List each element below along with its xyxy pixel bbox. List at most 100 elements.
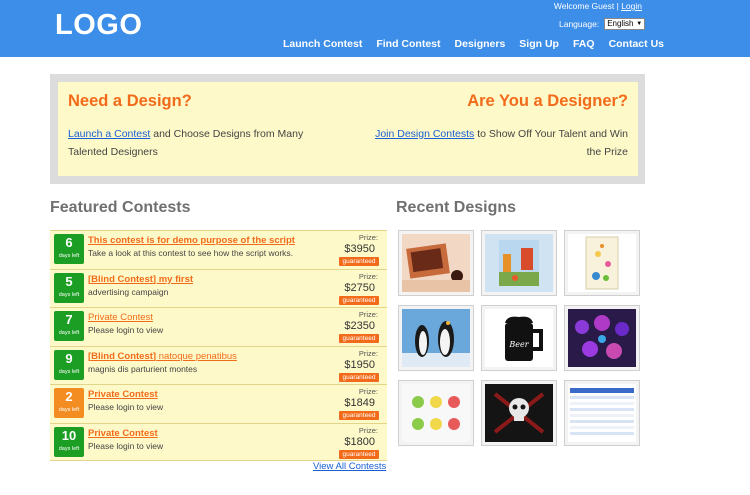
- list-item: 6 days left This contest is for demo purp…: [50, 230, 387, 269]
- design-thumb-beer-mug[interactable]: Beer: [481, 305, 557, 371]
- contest-title-link[interactable]: [Blind Contest] natoque penatibus: [88, 351, 237, 362]
- purple-flowers-image: [568, 309, 636, 367]
- list-item: 2 days left Private Contest Please login …: [50, 384, 387, 423]
- header-bar: LOGO Welcome Guest | Login Language: Eng…: [0, 0, 750, 57]
- flower-card-image: [568, 234, 636, 292]
- beer-mug-logo-image: Beer: [485, 309, 553, 367]
- prize-label: Prize:: [358, 348, 378, 358]
- days-label: days left: [58, 368, 80, 375]
- design-thumb-spreadsheet[interactable]: [564, 380, 640, 446]
- days-label: days left: [58, 291, 80, 298]
- language-value: English: [607, 19, 634, 28]
- logo[interactable]: LOGO: [55, 9, 142, 42]
- guaranteed-badge: guaranteed: [339, 372, 379, 382]
- prize-amount: $1849: [344, 397, 375, 409]
- prize-label: Prize:: [358, 271, 378, 281]
- contest-title-link[interactable]: Private Contest: [88, 389, 158, 400]
- contest-title-link[interactable]: [Blind Contest] my first: [88, 274, 193, 285]
- list-item: 5 days left [Blind Contest] my first adve…: [50, 268, 387, 307]
- guaranteed-badge: guaranteed: [339, 449, 379, 459]
- svg-text:Beer: Beer: [508, 340, 529, 349]
- recent-designs-title: Recent Designs: [396, 199, 517, 216]
- design-thumb-street[interactable]: [481, 230, 557, 296]
- design-thumb-smileys[interactable]: [398, 380, 474, 446]
- room-design-image: [402, 234, 470, 292]
- language-selector: Language: English ▼: [559, 18, 646, 30]
- design-thumb-flower-card[interactable]: [564, 230, 640, 296]
- contest-description: Please login to view: [88, 402, 164, 412]
- launch-contest-link[interactable]: Launch a Contest: [68, 128, 150, 140]
- days-left-badge: 10 days left: [54, 426, 84, 457]
- contest-title-bold: [Blind Contest]: [88, 350, 157, 362]
- prize-label: Prize:: [358, 425, 378, 435]
- welcome-text: Welcome Guest | Login: [554, 1, 642, 11]
- contest-title-link[interactable]: Private Contest: [88, 312, 153, 323]
- contest-title-link[interactable]: This contest is for demo purpose of the …: [88, 235, 295, 246]
- guaranteed-badge: guaranteed: [339, 257, 379, 266]
- dropdown-arrow-icon: ▼: [636, 21, 643, 27]
- list-item: 10 days left Private Contest Please login…: [50, 422, 387, 461]
- featured-contests-title: Featured Contests: [50, 199, 191, 216]
- main-nav: Launch Contest Find Contest Designers Si…: [283, 38, 678, 50]
- join-contests-link[interactable]: Join Design Contests: [375, 128, 474, 140]
- prize-amount: $2750: [344, 281, 375, 294]
- contest-description: magnis dis parturient montes: [88, 363, 198, 374]
- penguins-image: [402, 309, 470, 367]
- designer-text: Join Design Contests to Show Off Your Ta…: [368, 125, 628, 161]
- design-thumb-skull[interactable]: [481, 380, 557, 446]
- list-item: 7 days left Private Contest Please login …: [50, 307, 387, 346]
- nav-designers[interactable]: Designers: [455, 38, 506, 50]
- days-number: 6: [65, 235, 73, 250]
- days-label: days left: [58, 445, 80, 452]
- welcome-label: Welcome Guest |: [553, 1, 619, 11]
- prize-amount: $2350: [344, 320, 375, 332]
- street-scene-image: [485, 234, 553, 292]
- contest-title-rest: natoque penatibus: [156, 350, 237, 362]
- days-number: 2: [65, 389, 73, 404]
- nav-find-contest[interactable]: Find Contest: [376, 38, 440, 50]
- are-you-designer-title: Are You a Designer?: [467, 92, 628, 110]
- contest-description: Please login to view: [88, 440, 164, 451]
- nav-sign-up[interactable]: Sign Up: [519, 38, 559, 50]
- need-design-text: Launch a Contest and Choose Designs from…: [68, 125, 338, 161]
- language-label: Language:: [559, 19, 600, 29]
- contest-description: Take a look at this contest to see how t…: [88, 248, 294, 258]
- days-label: days left: [58, 253, 80, 259]
- days-number: 7: [65, 312, 73, 327]
- days-left-badge: 2 days left: [54, 388, 84, 418]
- days-number: 10: [61, 427, 77, 443]
- prize-amount: $1950: [344, 358, 375, 371]
- design-thumb-penguins[interactable]: [398, 305, 474, 371]
- days-left-badge: 9 days left: [54, 349, 84, 380]
- guaranteed-badge: guaranteed: [339, 295, 379, 305]
- contest-description: advertising campaign: [88, 286, 169, 297]
- login-link[interactable]: Login: [621, 1, 642, 11]
- days-number: 9: [65, 350, 73, 366]
- skull-poster-image: [485, 384, 553, 442]
- nav-faq[interactable]: FAQ: [573, 38, 595, 50]
- nav-launch-contest[interactable]: Launch Contest: [283, 38, 362, 50]
- prize-label: Prize:: [358, 233, 378, 242]
- days-left-badge: 7 days left: [54, 311, 84, 341]
- prize-label: Prize:: [358, 387, 378, 396]
- view-all-contests-link[interactable]: View All Contests: [313, 461, 386, 472]
- contest-title-link[interactable]: Private Contest: [88, 428, 158, 439]
- days-label: days left: [58, 330, 80, 336]
- nav-contact-us[interactable]: Contact Us: [609, 38, 664, 50]
- contest-list: 6 days left This contest is for demo purp…: [50, 230, 387, 461]
- promo-banner: Need a Design? Are You a Designer? Launc…: [58, 82, 638, 176]
- days-left-badge: 6 days left: [54, 234, 84, 264]
- days-label: days left: [58, 407, 80, 413]
- contest-description: Please login to view: [88, 325, 164, 335]
- language-dropdown[interactable]: English ▼: [604, 18, 646, 30]
- guaranteed-badge: guaranteed: [339, 411, 379, 420]
- smiley-faces-image: [402, 384, 470, 442]
- days-left-badge: 5 days left: [54, 272, 84, 303]
- guaranteed-badge: guaranteed: [339, 334, 379, 343]
- days-number: 5: [65, 273, 73, 289]
- prize-amount: $1800: [344, 435, 375, 448]
- spreadsheet-image: [568, 384, 636, 442]
- need-design-title: Need a Design?: [68, 92, 192, 110]
- design-thumb-room[interactable]: [398, 230, 474, 296]
- design-thumb-purple-flowers[interactable]: [564, 305, 640, 371]
